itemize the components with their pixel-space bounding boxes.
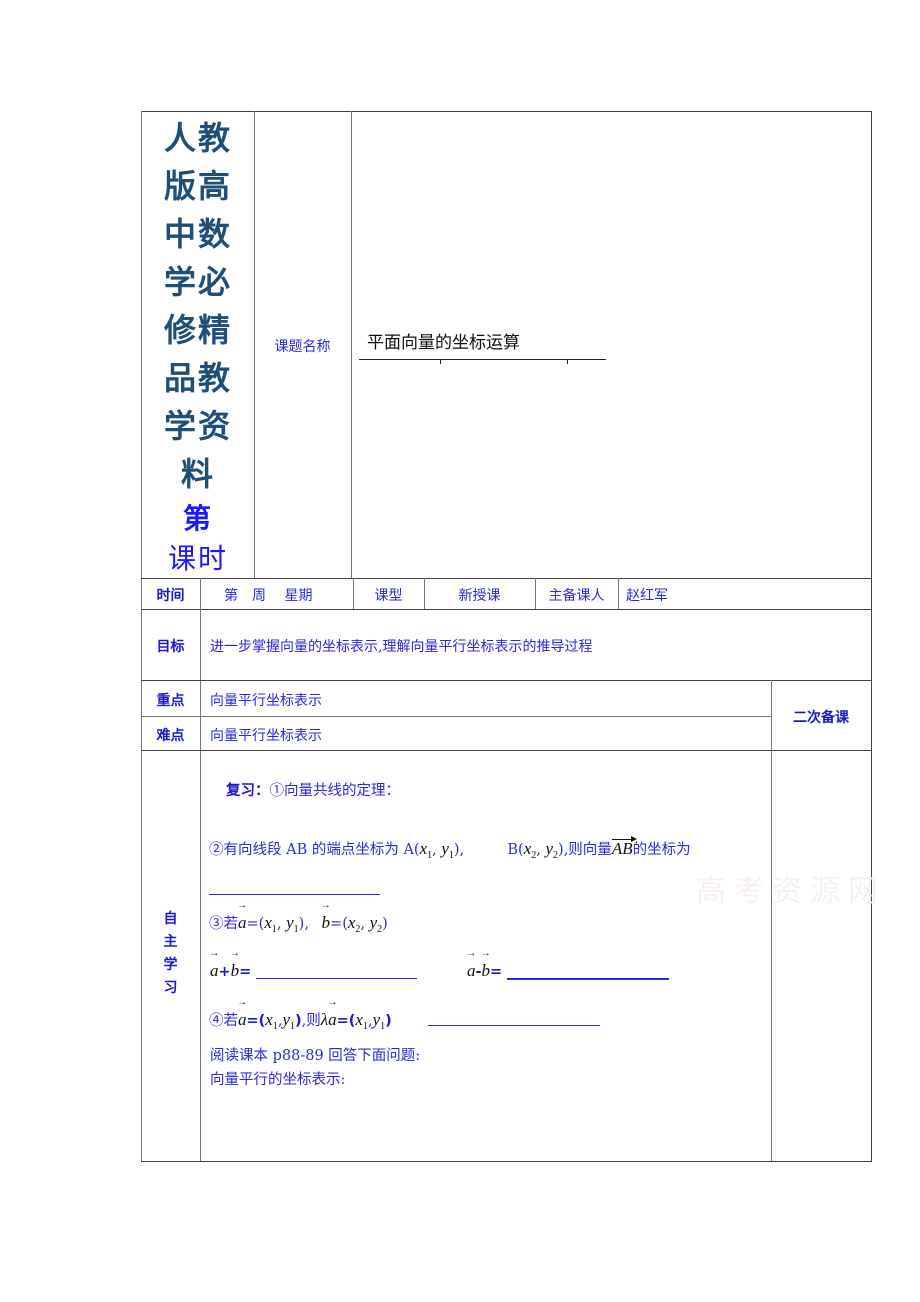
key-point-label: 重点 xyxy=(156,693,185,709)
title-line: 学必 xyxy=(163,263,232,301)
title-line: 料 xyxy=(180,455,215,493)
goal-row-bottom xyxy=(141,680,872,681)
difficulty-row-bottom xyxy=(141,750,872,751)
vector-a: a xyxy=(238,1010,247,1030)
review-item-3: ③若a=(x1, y1), b=(x2, y2) xyxy=(209,912,388,935)
review-item-1: ①向量共线的定理： xyxy=(269,783,401,799)
title-line: 版高 xyxy=(163,167,232,205)
answer-blank-ab[interactable] xyxy=(209,894,380,895)
self-study-char: 习 xyxy=(163,980,178,996)
math-x1: x1 xyxy=(419,839,433,861)
item2-end: 的坐标为 xyxy=(632,842,691,858)
comma: , xyxy=(536,842,541,858)
topic-value: 平面向量的坐标运算 xyxy=(367,333,520,353)
math-y2: y2 xyxy=(545,839,559,861)
math-y2: y2 xyxy=(369,913,383,935)
vector-b: b xyxy=(231,961,240,981)
vector-a: a xyxy=(467,961,476,981)
vector-a: a xyxy=(328,1010,337,1030)
key-row-bottom xyxy=(141,716,771,717)
title-line: 品教 xyxy=(163,359,232,397)
info-divider-a xyxy=(200,578,201,1161)
info-divider-e xyxy=(618,578,619,609)
second-prep-label: 二次备课 xyxy=(793,710,849,726)
item4-then: ,则 xyxy=(301,1013,321,1029)
comma: , xyxy=(432,842,437,858)
review-label: 复习： xyxy=(226,783,270,799)
math-x2: x2 xyxy=(347,913,361,935)
self-study-char: 学 xyxy=(163,957,178,973)
math-y1: y1 xyxy=(282,1010,295,1032)
key-point-text: 向量平行坐标表示 xyxy=(210,693,322,709)
math-x2: x2 xyxy=(523,839,537,861)
equals-sign: = xyxy=(239,964,252,980)
preparer-label: 主备课人 xyxy=(548,588,605,604)
watermark: 高考资源网 xyxy=(696,874,886,909)
topic-tick xyxy=(440,359,441,364)
week-field: 第 周 星期 xyxy=(224,588,313,604)
answer-blank-sum[interactable] xyxy=(256,978,417,979)
table-border-bottom xyxy=(141,1161,872,1162)
topic-label: 课题名称 xyxy=(274,339,331,355)
math-y1: y1 xyxy=(286,913,299,935)
vector-b: b xyxy=(322,913,331,933)
plus-sign: + xyxy=(218,964,231,980)
parallel-coordinate-prompt: 向量平行的坐标表示: xyxy=(210,1072,346,1088)
self-study-char: 自 xyxy=(163,911,178,927)
info-row-bottom xyxy=(141,609,872,610)
reading-instruction: 阅读课本 p88-89 回答下面问题: xyxy=(210,1048,421,1064)
title-block: 人教 版高 中数 学必 修精 品教 学资 料 第 课时 xyxy=(142,114,254,578)
title-line: 学资 xyxy=(163,407,232,445)
item3-prefix: ③若 xyxy=(209,916,238,932)
goal-label: 目标 xyxy=(156,639,185,655)
item4-prefix: ④若 xyxy=(209,1013,238,1029)
lesson-type-value: 新授课 xyxy=(458,588,501,604)
math-x1: x1 xyxy=(264,913,277,935)
review-line: 复习：①向量共线的定理： xyxy=(226,779,400,800)
vector-b: b xyxy=(482,961,491,981)
math-x1: x1 xyxy=(265,1010,278,1032)
topic-underline xyxy=(359,359,606,360)
review-item-4: ④若a=(x1,y1),则λa=(x1,y1) xyxy=(209,1009,392,1032)
table-border-right xyxy=(871,111,872,1161)
title-line: 中数 xyxy=(163,215,232,253)
answer-blank-difference[interactable] xyxy=(507,978,669,980)
math-x1: x1 xyxy=(355,1010,368,1032)
period-suffix: 课时 xyxy=(167,542,228,575)
answer-blank-scalar[interactable] xyxy=(428,1025,600,1026)
math-y1: y1 xyxy=(372,1010,386,1032)
header-divider-2 xyxy=(351,111,352,578)
item2-prefix: ②有向线段 AB 的端点坐标为 A( xyxy=(209,842,420,858)
equals-sign: = xyxy=(490,964,503,980)
difference-expression: a-b= xyxy=(467,961,502,981)
sum-expression: a+b= xyxy=(210,961,251,981)
info-row-top xyxy=(141,578,872,579)
vector-a: a xyxy=(238,913,247,933)
vector-ab: AB xyxy=(611,836,637,858)
preparer-value: 赵红军 xyxy=(626,588,668,604)
difficulty-text: 向量平行坐标表示 xyxy=(210,728,322,744)
topic-tick xyxy=(567,359,568,364)
period-prefix: 第 xyxy=(182,502,213,535)
time-label: 时间 xyxy=(156,588,185,604)
item2-mid: ), xyxy=(453,842,465,858)
goal-text: 进一步掌握向量的坐标表示,理解向量平行坐标表示的推导过程 xyxy=(210,639,593,655)
second-prep-divider xyxy=(771,680,772,1161)
review-item-2: ②有向线段 AB 的端点坐标为 A(x1, y1), B(x2, y2),则向量… xyxy=(209,836,691,861)
table-border-top xyxy=(141,111,872,112)
math-y1: y1 xyxy=(441,839,454,861)
lambda-symbol: λ xyxy=(320,1010,329,1029)
item2-b: B( xyxy=(507,842,524,858)
difficulty-label: 难点 xyxy=(156,728,185,744)
self-study-char: 主 xyxy=(163,934,178,950)
self-study-label: 自 主 学 习 xyxy=(141,908,200,1000)
vector-a: a xyxy=(210,961,219,981)
lesson-type-label: 课型 xyxy=(374,588,403,604)
title-line: 修精 xyxy=(163,311,232,349)
item2-suffix: ),则向量 xyxy=(558,842,612,858)
title-line: 人教 xyxy=(163,119,232,157)
